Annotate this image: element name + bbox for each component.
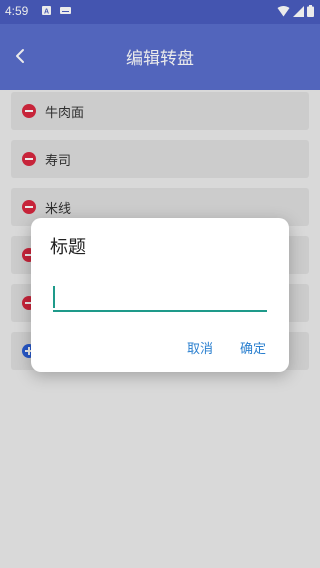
ok-button[interactable]: 确定: [240, 338, 266, 357]
title-input-wrapper: [53, 284, 267, 312]
title-input[interactable]: [53, 284, 267, 312]
dialog-title: 标题: [50, 237, 86, 258]
text-caret: [53, 286, 55, 308]
cancel-button[interactable]: 取消: [187, 338, 213, 357]
title-dialog: 标题 取消 确定: [31, 218, 289, 372]
